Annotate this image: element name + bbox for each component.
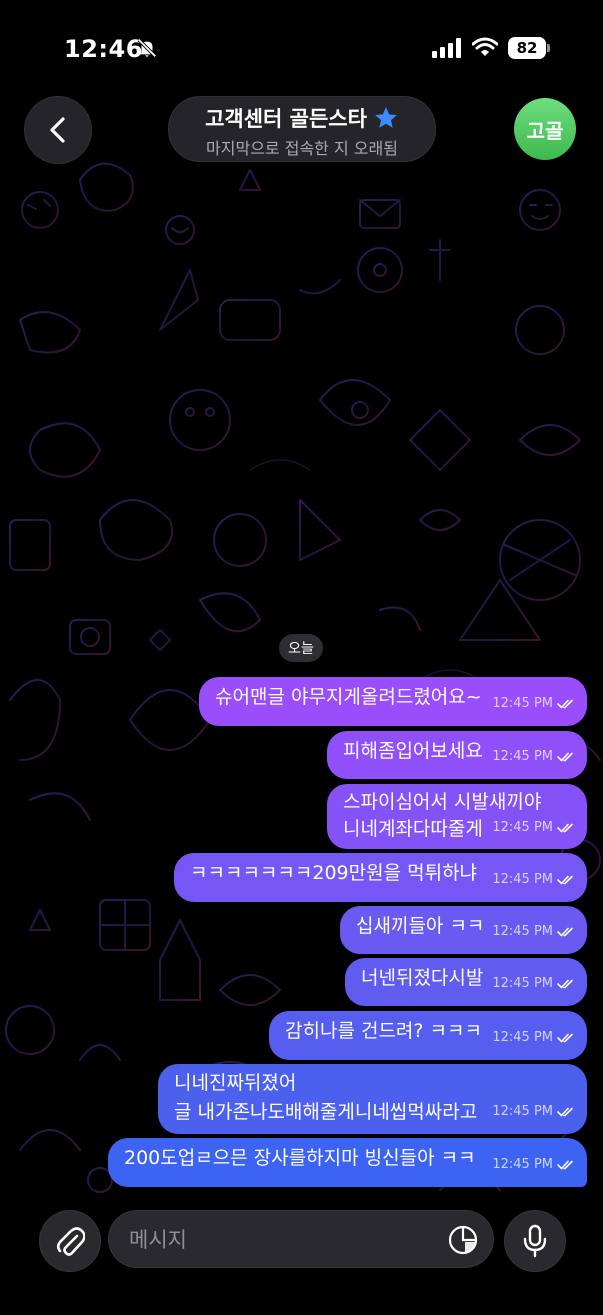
battery-cap [547,44,550,52]
message-time: 12:45 PM [492,872,553,887]
double-check-icon [557,1107,573,1117]
battery-level: 82 [516,39,538,57]
message-time: 12:45 PM [492,1030,553,1045]
double-check-icon [557,1033,573,1043]
message-meta: 12:45 PM [492,742,575,771]
back-arrow-icon [50,117,65,143]
message-time: 12:45 PM [492,924,553,939]
paperclip-icon [56,1227,85,1256]
wifi-icon [472,37,498,56]
message-bubble[interactable]: 스파이심어서 시발새끼야 니네계좌다따줄게 12:45 PM [327,784,587,849]
avatar-initials: 고골 [526,118,564,143]
message-bubble[interactable]: 니네진짜뒤졌어 글 내가존나도배해줄게니네씹먹싸라고 12:45 PM [158,1064,587,1134]
message-input[interactable] [127,1211,431,1269]
message-meta: 12:45 PM [492,689,575,718]
signal-icon [432,38,461,58]
message-meta: 12:45 PM [492,1023,575,1052]
message-time: 12:45 PM [492,976,553,991]
message-bubble[interactable]: 피해좀입어보세요 12:45 PM [327,731,587,779]
message-meta: 12:45 PM [492,865,575,894]
battery-indicator: 82 [508,37,546,59]
date-chip: 오늘 [279,634,323,662]
message-bubble[interactable]: ㅋㅋㅋㅋㅋㅋㅋ209만원을 먹튀하냐 12:45 PM [174,853,587,902]
back-button[interactable] [24,96,92,164]
message-input-container[interactable] [108,1210,494,1269]
message-time: 12:45 PM [492,696,553,711]
double-check-icon [557,699,573,709]
double-check-icon [557,979,573,989]
double-check-icon [557,927,573,937]
message-bubble[interactable]: 너넨뒤졌다시발 12:45 PM [345,958,587,1006]
avatar[interactable]: 고골 [514,98,576,160]
double-check-icon [557,1160,573,1170]
message-bubble[interactable]: 슈어맨글 야무지게올려드렸어요~ 12:45 PM [199,677,587,726]
star-icon [375,107,397,128]
status-time: 12:46 [64,35,143,63]
chat-header: 고객센터 골든스타 마지막으로 접속한 지 오래됨 고골 [0,96,603,166]
attach-button[interactable] [39,1210,101,1272]
message-bubble[interactable]: 감히나를 건드려? ㅋㅋㅋ 12:45 PM [269,1011,587,1060]
double-check-icon [557,752,573,762]
message-time: 12:45 PM [492,1157,553,1172]
message-time: 12:45 PM [492,749,553,764]
microphone-button[interactable] [504,1210,566,1272]
chat-title: 고객센터 골든스타 [205,107,367,131]
message-bubble[interactable]: 200도업ㄹ으믄 장사를하지마 빙신들아 ㅋㅋ 12:45 PM [108,1138,587,1187]
mute-bell-icon [137,38,157,58]
status-bar: 12:46 82 [0,0,603,96]
message-meta: 12:45 PM [492,969,575,998]
message-meta: 12:45 PM [492,917,575,946]
microphone-icon [523,1224,547,1258]
message-meta: 12:45 PM [492,1150,575,1179]
double-check-icon [557,823,573,833]
message-time: 12:45 PM [492,1104,553,1119]
message-bubble[interactable]: 십새끼들아 ㅋㅋ 12:45 PM [340,906,587,954]
chat-title-pill[interactable]: 고객센터 골든스타 마지막으로 접속한 지 오래됨 [168,96,436,162]
double-check-icon [557,875,573,885]
sticker-icon[interactable] [447,1224,479,1256]
message-meta: 12:45 PM [492,814,575,841]
date-chip-label: 오늘 [288,641,314,657]
chat-subtitle: 마지막으로 접속한 지 오래됨 [206,139,398,158]
message-time: 12:45 PM [492,820,553,835]
message-meta: 12:45 PM [492,1097,575,1126]
